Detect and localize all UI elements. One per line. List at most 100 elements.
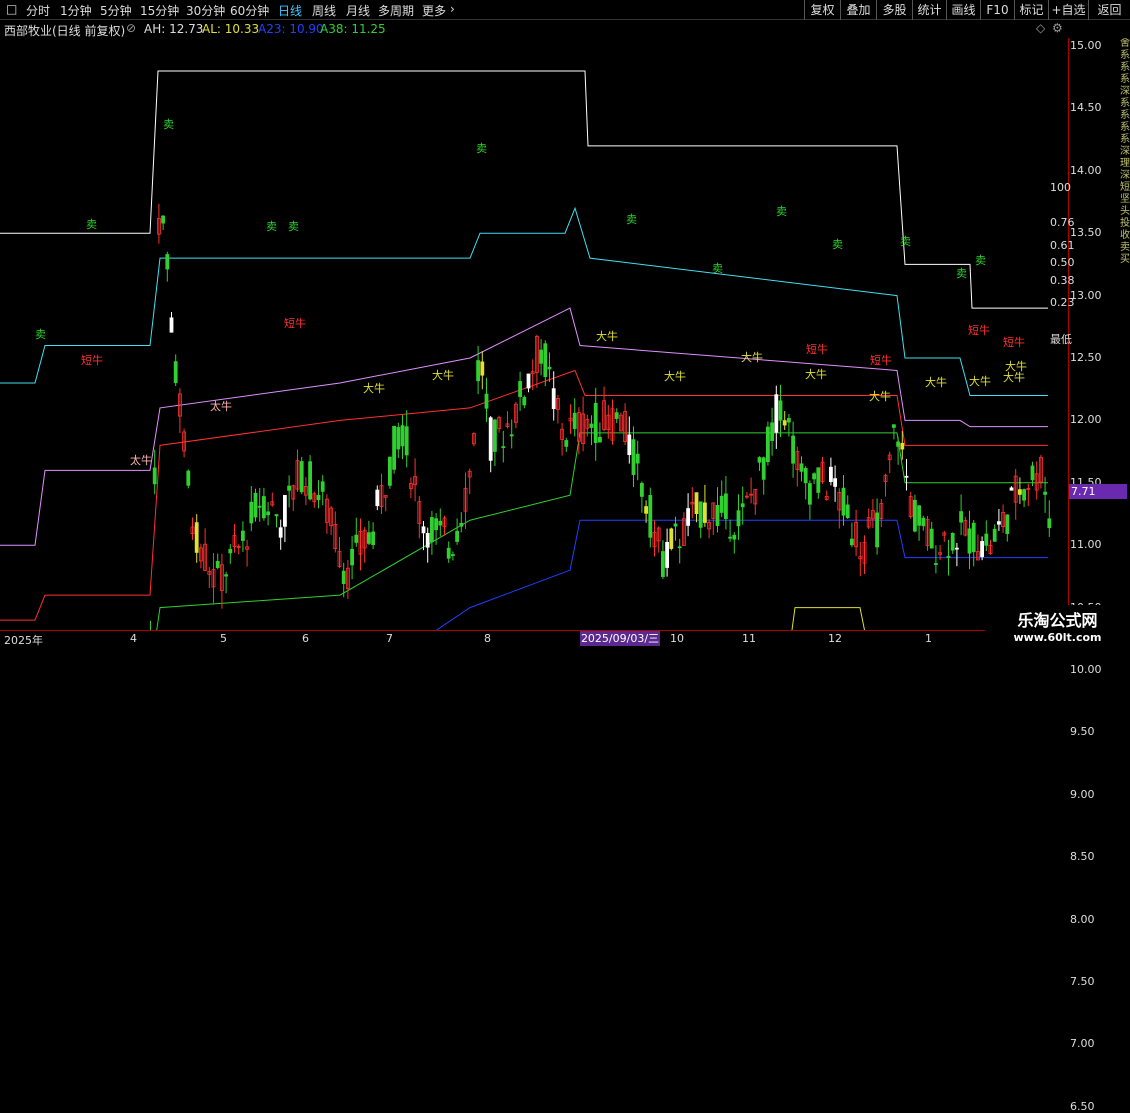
candle-body bbox=[476, 360, 481, 382]
candle-body bbox=[950, 532, 955, 551]
big-bull-label: 大牛 bbox=[869, 390, 891, 403]
level-023: 0.23 bbox=[1050, 296, 1075, 309]
big-bull-label: 大牛 bbox=[969, 375, 991, 388]
candle-body bbox=[955, 547, 959, 550]
candle-body bbox=[799, 463, 804, 472]
candle-body bbox=[787, 418, 791, 423]
candle-body bbox=[812, 473, 816, 480]
candle-body bbox=[215, 560, 220, 569]
candle-body bbox=[366, 532, 371, 544]
big-bull-label: 大牛 bbox=[741, 351, 763, 364]
candle-body bbox=[833, 478, 837, 487]
level-076: 0.76 bbox=[1050, 216, 1075, 229]
candle-body bbox=[266, 511, 271, 516]
candle-body bbox=[438, 520, 443, 526]
candle-body bbox=[551, 388, 556, 410]
candle-body bbox=[1022, 489, 1026, 501]
candle-body bbox=[165, 254, 170, 270]
x-tick: 7 bbox=[386, 632, 393, 645]
candle-body bbox=[421, 526, 426, 534]
candle-body bbox=[375, 489, 380, 507]
candle-body bbox=[694, 492, 699, 514]
candle-body bbox=[518, 381, 522, 397]
level-low: 最低 bbox=[1050, 333, 1072, 346]
candle-body bbox=[917, 505, 921, 526]
kline-chart[interactable] bbox=[0, 0, 1068, 630]
short-bull-label: 短牛 bbox=[806, 343, 828, 356]
level-line-100 bbox=[0, 70, 1048, 309]
y-tick: 8.00 bbox=[1070, 912, 1095, 926]
level-line-061 bbox=[0, 307, 1048, 546]
candle-body bbox=[808, 483, 812, 505]
candle-body bbox=[665, 541, 669, 568]
candle-body bbox=[387, 456, 392, 486]
candle-body bbox=[761, 457, 766, 480]
y-tick: 15.00 bbox=[1070, 39, 1102, 52]
candle-body bbox=[480, 361, 485, 376]
candle-body bbox=[757, 457, 762, 463]
candle-body bbox=[913, 499, 917, 532]
x-tick: 10 bbox=[670, 632, 684, 645]
candle-body bbox=[732, 534, 737, 540]
candle-body bbox=[724, 493, 728, 519]
candle-body bbox=[967, 528, 972, 554]
candle-body bbox=[299, 461, 304, 493]
big-bull-label: 大牛 bbox=[1003, 371, 1025, 384]
candle-body bbox=[845, 504, 850, 518]
candle-body bbox=[896, 441, 900, 447]
candle-body bbox=[371, 531, 376, 546]
candle-body bbox=[715, 505, 720, 526]
candle-body bbox=[631, 439, 636, 475]
candle-body bbox=[980, 541, 984, 558]
watermark-url: www.60lt.com bbox=[1013, 631, 1102, 644]
sell-signal-label: 卖 bbox=[266, 220, 277, 233]
candle-body bbox=[455, 530, 460, 542]
candle-body bbox=[589, 423, 594, 428]
y-tick: 14.50 bbox=[1070, 101, 1102, 115]
candle-body bbox=[392, 425, 397, 470]
x-tick: 1 bbox=[925, 632, 932, 645]
candle-body bbox=[740, 503, 745, 508]
sell-signal-label: 卖 bbox=[975, 254, 986, 267]
candle-body bbox=[539, 349, 543, 364]
candle-body bbox=[501, 446, 506, 449]
level-038: 0.38 bbox=[1050, 274, 1075, 287]
y-tick: 14.00 bbox=[1070, 163, 1102, 177]
candle-body bbox=[959, 511, 963, 523]
sell-signal-label: 卖 bbox=[35, 328, 46, 341]
candle-body bbox=[971, 522, 976, 553]
candle-body bbox=[404, 426, 409, 456]
sell-signal-label: 卖 bbox=[832, 238, 843, 251]
sell-signal-label: 卖 bbox=[776, 205, 787, 218]
candle-body bbox=[686, 508, 690, 526]
candle-body bbox=[320, 481, 325, 492]
short-bull-label: 短牛 bbox=[81, 354, 103, 367]
candle-body bbox=[253, 492, 258, 518]
candle-body bbox=[429, 517, 434, 543]
crosshair-date-tag: 2025/09/03/三 bbox=[580, 631, 660, 646]
candle-body bbox=[350, 548, 355, 566]
candle-body bbox=[224, 574, 229, 577]
candle-body bbox=[673, 523, 678, 527]
candle-body bbox=[774, 394, 779, 433]
y-tick: 13.00 bbox=[1070, 288, 1102, 302]
level-100: 100 bbox=[1050, 181, 1071, 194]
watermark-logo: 乐淘公式网 www.60lt.com bbox=[985, 605, 1130, 650]
candle-body bbox=[703, 502, 707, 523]
y-tick: 12.00 bbox=[1070, 413, 1102, 427]
candle-body bbox=[484, 393, 489, 409]
y-tick: 7.50 bbox=[1070, 975, 1095, 988]
candle-body bbox=[287, 485, 292, 491]
candle-body bbox=[1018, 489, 1022, 495]
candle-body bbox=[186, 470, 191, 486]
candle-body bbox=[459, 522, 464, 527]
big-bull-label: 大牛 bbox=[664, 370, 686, 383]
back-button[interactable]: 返回 bbox=[1088, 0, 1130, 20]
candle-body bbox=[572, 412, 577, 429]
y-tick: 9.50 bbox=[1070, 725, 1095, 739]
candle-body bbox=[766, 426, 770, 463]
level-line-038 bbox=[156, 432, 1048, 630]
big-bull-label: 大牛 bbox=[363, 382, 385, 395]
candle-body bbox=[282, 495, 287, 527]
candle-body bbox=[778, 400, 783, 421]
